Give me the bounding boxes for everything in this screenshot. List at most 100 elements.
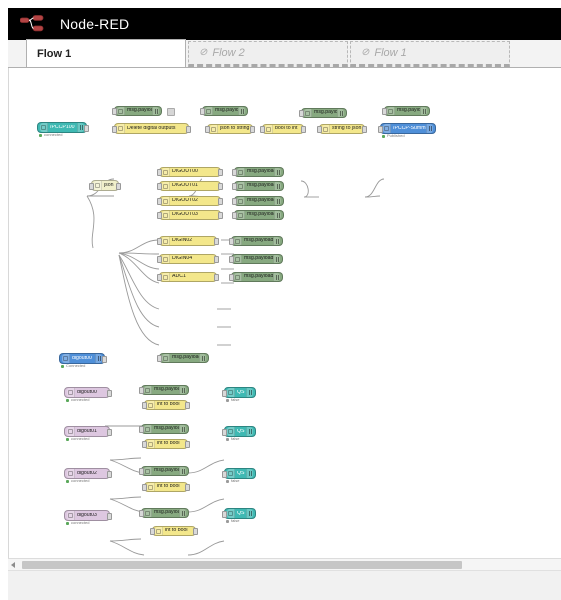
flow-canvas[interactable]: /PCCP100 connected msg.payload Delete digit… (8, 68, 561, 558)
node-dbg-top-3[interactable]: msg.payload (299, 108, 347, 118)
node-dbg-b0[interactable]: msg.payload (157, 353, 209, 363)
wire[interactable] (187, 498, 225, 513)
output-port[interactable] (102, 355, 107, 363)
node-button[interactable] (274, 168, 281, 176)
input-port[interactable] (200, 108, 205, 115)
input-port[interactable] (157, 238, 162, 245)
node-out-b3[interactable]: QS 2 false (222, 468, 256, 483)
node-dbg-b3[interactable]: msg.payload (139, 466, 189, 476)
output-port[interactable] (218, 183, 223, 190)
node-dbg-b4[interactable]: msg.payload (139, 508, 189, 518)
node-dbg-do-1[interactable]: msg.payload (232, 181, 284, 191)
node-button[interactable] (274, 211, 281, 219)
wire[interactable] (86, 195, 95, 249)
output-port[interactable] (193, 528, 198, 535)
node-dbg-top-1[interactable]: msg.payload (112, 106, 162, 116)
node-button[interactable] (199, 354, 206, 362)
input-port[interactable] (222, 389, 227, 397)
wire[interactable] (187, 540, 225, 556)
wire[interactable] (109, 457, 142, 461)
node-button[interactable] (95, 354, 102, 363)
output-port[interactable] (218, 169, 223, 176)
wire[interactable] (118, 254, 160, 346)
input-port[interactable] (378, 125, 383, 133)
input-port[interactable] (139, 387, 144, 394)
tab-flow-1-dup[interactable]: ⊘ Flow 1 (350, 41, 510, 67)
input-port[interactable] (150, 528, 155, 535)
input-port[interactable] (112, 125, 117, 133)
caret-left-icon[interactable] (11, 562, 15, 568)
input-port[interactable] (139, 426, 144, 433)
node-button[interactable] (179, 467, 186, 475)
output-port[interactable] (214, 238, 219, 245)
node-fn-b2[interactable]: int to bool (142, 439, 190, 449)
node-fn-adc1[interactable]: ADC1 (157, 272, 219, 282)
output-port[interactable] (186, 125, 191, 133)
input-port[interactable] (112, 108, 117, 115)
output-port[interactable] (301, 126, 306, 133)
input-port[interactable] (157, 212, 162, 219)
node-mqtt-in-b3[interactable]: digout02 connected (64, 468, 112, 483)
wire[interactable] (118, 254, 160, 310)
input-port[interactable] (222, 470, 227, 478)
wire[interactable] (109, 540, 145, 556)
input-port[interactable] (232, 183, 237, 190)
input-port[interactable] (317, 126, 322, 133)
input-port[interactable] (157, 183, 162, 190)
scrollbar-thumb[interactable] (22, 561, 462, 569)
input-port[interactable] (222, 428, 227, 436)
input-port[interactable] (222, 510, 227, 518)
node-fn-digout00[interactable]: DIGOUT00 (157, 167, 223, 177)
wire[interactable] (118, 254, 160, 328)
output-port[interactable] (214, 274, 219, 281)
node-fn-str-json[interactable]: string to json (317, 124, 367, 134)
node-dbg-top-4[interactable]: msg.payload (382, 106, 430, 116)
input-port[interactable] (157, 274, 162, 281)
input-port[interactable] (229, 274, 234, 281)
wire[interactable] (364, 178, 385, 198)
tab-flow-2[interactable]: ⊘ Flow 2 (188, 41, 348, 67)
node-dbg-di-0[interactable]: msg.payload (229, 236, 283, 246)
node-dbg-top-2[interactable]: msg.payload (200, 106, 248, 116)
wire[interactable] (109, 538, 142, 542)
node-button[interactable] (420, 107, 427, 115)
output-port[interactable] (84, 124, 89, 132)
wire[interactable] (118, 239, 160, 254)
input-port[interactable] (157, 355, 162, 362)
node-fn-b3[interactable]: int to bool (142, 482, 190, 492)
input-port[interactable] (299, 110, 304, 117)
horizontal-scrollbar[interactable] (8, 558, 561, 570)
node-button[interactable] (274, 197, 281, 205)
node-button[interactable] (179, 386, 186, 394)
input-port[interactable] (232, 169, 237, 176)
output-port[interactable] (185, 484, 190, 491)
node-mqtt-in-b2[interactable]: digout01 connected (64, 426, 112, 441)
wire[interactable] (109, 496, 142, 500)
input-port[interactable] (205, 126, 210, 133)
node-mqtt-in-b0[interactable]: digout00 Connected (59, 353, 107, 368)
output-port[interactable] (116, 182, 121, 190)
node-button[interactable] (246, 388, 253, 397)
node-fn-b1[interactable]: int to bool (142, 400, 190, 410)
node-dbg-do-3[interactable]: msg.payload (232, 210, 284, 220)
input-port[interactable] (157, 198, 162, 205)
output-port[interactable] (185, 402, 190, 409)
wire[interactable] (187, 459, 225, 474)
debug-toggle-button[interactable] (167, 108, 175, 116)
node-button[interactable] (426, 124, 433, 133)
wire[interactable] (364, 195, 381, 198)
node-out-b1[interactable]: QS 0 false (222, 387, 256, 402)
node-out-b2[interactable]: QS 1 false (222, 426, 256, 441)
input-port[interactable] (232, 198, 237, 205)
node-fn-bool-int[interactable]: bool to int (260, 124, 306, 134)
node-button[interactable] (273, 273, 280, 281)
input-port[interactable] (139, 510, 144, 517)
node-mqtt-in-top[interactable]: /PCCP100 connected (37, 122, 89, 137)
output-port[interactable] (218, 198, 223, 205)
node-button[interactable] (246, 469, 253, 478)
output-port[interactable] (107, 512, 112, 520)
input-port[interactable] (229, 256, 234, 263)
node-fn-b4[interactable]: int to bool (150, 526, 198, 536)
output-port[interactable] (250, 126, 255, 133)
node-button[interactable] (77, 123, 84, 132)
